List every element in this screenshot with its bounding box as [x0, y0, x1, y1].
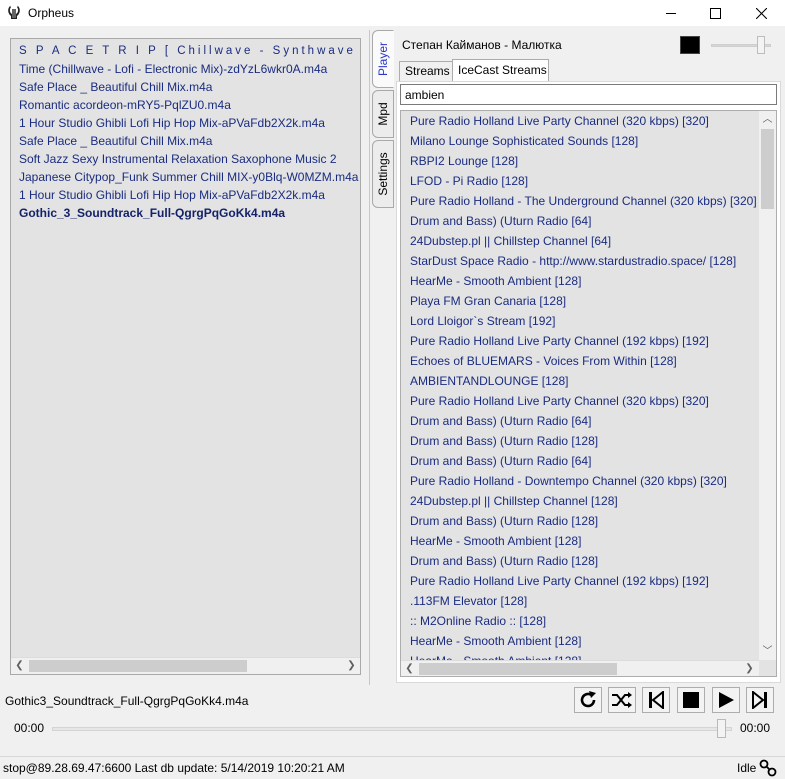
playlist-item[interactable]: Gothic_3_Soundtrack_Full-QgrgPqGoKk4.m4a — [11, 204, 360, 222]
stream-item[interactable]: StarDust Space Radio - http://www.stardu… — [401, 251, 759, 271]
tab-player[interactable]: Player — [372, 30, 394, 88]
stream-item[interactable]: Lord Lloigor`s Stream [192] — [401, 311, 759, 331]
playlist-hscrollbar[interactable]: ❮ ❯ — [11, 657, 360, 674]
repeat-icon — [580, 691, 596, 708]
tab-icecast-streams[interactable]: IceCast Streams — [452, 59, 549, 82]
stream-item[interactable]: Drum and Bass) (Uturn Radio [128] — [401, 511, 759, 531]
minimize-icon — [666, 13, 676, 14]
stream-item[interactable]: Pure Radio Holland - The Underground Cha… — [401, 191, 759, 211]
tab-streams[interactable]: Streams — [399, 61, 453, 81]
stream-item[interactable]: AMBIENTANDLOUNGE [128] — [401, 371, 759, 391]
seek-slider-thumb[interactable] — [717, 719, 727, 738]
stream-item[interactable]: RBPI2 Lounge [128] — [401, 151, 759, 171]
search-input[interactable] — [400, 84, 777, 105]
stream-item[interactable]: HearMe - Smooth Ambient [128] — [401, 271, 759, 291]
close-button[interactable] — [738, 0, 784, 26]
stream-item[interactable]: LFOD - Pi Radio [128] — [401, 171, 759, 191]
stream-item[interactable]: Drum and Bass) (Uturn Radio [64] — [401, 411, 759, 431]
stream-item[interactable]: Drum and Bass) (Uturn Radio [128] — [401, 431, 759, 451]
stream-item[interactable]: .113FM Elevator [128] — [401, 591, 759, 611]
scroll-right-icon[interactable]: ❯ — [343, 658, 360, 674]
tab-player-label: Player — [376, 41, 390, 77]
stream-item[interactable]: Pure Radio Holland Live Party Channel (1… — [401, 571, 759, 591]
maximize-button[interactable] — [692, 0, 738, 26]
playlist-item[interactable]: Romantic acordeon-mRY5-PqlZU0.m4a — [11, 96, 360, 114]
title-bar: Orpheus — [0, 0, 785, 26]
window-title: Orpheus — [28, 6, 75, 20]
tab-settings[interactable]: Settings — [372, 140, 394, 208]
stream-item[interactable]: Drum and Bass) (Uturn Radio [64] — [401, 211, 759, 231]
playlist-item[interactable]: 1 Hour Studio Ghibli Lofi Hip Hop Mix-aP… — [11, 186, 360, 204]
playlist-item[interactable]: Time (Chillwave - Lofi - Electronic Mix)… — [11, 60, 360, 78]
scroll-right-icon[interactable]: ❯ — [741, 661, 758, 676]
scroll-down-icon[interactable]: ﹀ — [759, 643, 776, 660]
stream-item[interactable]: HearMe - Smooth Ambient [128] — [401, 531, 759, 551]
elapsed-time: 00:00 — [14, 721, 45, 735]
playlist-item[interactable]: Safe Place _ Beautiful Chill Mix.m4a — [11, 132, 360, 150]
previous-button[interactable] — [642, 687, 670, 713]
scroll-thumb[interactable] — [419, 663, 617, 675]
stop-icon — [683, 692, 699, 708]
playlist-item[interactable]: Safe Place _ Beautiful Chill Mix.m4a — [11, 78, 360, 96]
stream-item[interactable]: Echoes of BLUEMARS - Voices From Within … — [401, 351, 759, 371]
previous-icon — [649, 691, 664, 709]
stream-vscrollbar[interactable]: ︿ ﹀ — [759, 111, 776, 660]
playlist-item[interactable]: Soft Jazz Sexy Instrumental Relaxation S… — [11, 150, 360, 168]
stream-item[interactable]: Pure Radio Holland Live Party Channel (3… — [401, 391, 759, 411]
volume-slider-thumb[interactable] — [756, 36, 765, 54]
connection-status: stop@89.28.69.47:6600 Last db update: 5/… — [3, 761, 345, 775]
color-picker-button[interactable] — [680, 36, 700, 54]
stream-item[interactable]: :: M2Online Radio :: [128] — [401, 611, 759, 631]
next-button[interactable] — [746, 687, 774, 713]
minimize-button[interactable] — [648, 0, 694, 26]
shuffle-button[interactable] — [608, 687, 636, 713]
stream-item[interactable]: HearMe - Smooth Ambient [128] — [401, 631, 759, 651]
stream-item[interactable]: Pure Radio Holland Live Party Channel (1… — [401, 331, 759, 351]
status-bar: stop@89.28.69.47:6600 Last db update: 5/… — [0, 756, 785, 779]
playlist-item[interactable]: S P A C E T R I P [ Chillwave - Synthwav… — [11, 42, 360, 60]
close-icon — [755, 7, 767, 19]
scroll-thumb[interactable] — [29, 660, 247, 672]
stream-item[interactable]: 24Dubstep.pl || Chillstep Channel [128] — [401, 491, 759, 511]
lyre-icon — [8, 6, 20, 19]
scroll-up-icon[interactable]: ︿ — [759, 111, 776, 128]
scroll-thumb[interactable] — [761, 129, 774, 209]
stream-list[interactable]: Pure Radio Holland Live Party Channel (3… — [401, 111, 759, 660]
stream-item[interactable]: Playa FM Gran Canaria [128] — [401, 291, 759, 311]
scroll-left-icon[interactable]: ❮ — [11, 658, 28, 674]
stream-hscrollbar[interactable]: ❮ ❯ — [401, 660, 759, 676]
playlist-panel: S P A C E T R I P [ Chillwave - Synthwav… — [10, 38, 361, 675]
current-file-label: Gothic3_Soundtrack_Full-QgrgPqGoKk4.m4a — [5, 694, 249, 708]
now-playing-title: Степан Кайманов - Малютка — [402, 38, 562, 52]
stream-item[interactable]: Pure Radio Holland - Downtempo Channel (… — [401, 471, 759, 491]
side-tabs: Player Mpd Settings — [372, 30, 394, 710]
maximize-icon — [709, 7, 721, 19]
scroll-left-icon[interactable]: ❮ — [401, 661, 418, 676]
tab-settings-label: Settings — [376, 152, 390, 196]
play-button[interactable] — [712, 687, 740, 713]
stream-item[interactable]: Milano Lounge Sophisticated Sounds [128] — [401, 131, 759, 151]
stream-list-box: Pure Radio Holland Live Party Channel (3… — [400, 110, 777, 677]
play-icon — [719, 692, 734, 708]
stream-item[interactable]: Pure Radio Holland Live Party Channel (3… — [401, 111, 759, 131]
stream-item[interactable]: Drum and Bass) (Uturn Radio [128] — [401, 551, 759, 571]
next-icon — [752, 691, 767, 709]
stop-button[interactable] — [677, 687, 705, 713]
total-time: 00:00 — [740, 721, 771, 735]
playlist-list[interactable]: S P A C E T R I P [ Chillwave - Synthwav… — [11, 39, 360, 657]
panel-divider[interactable] — [369, 30, 370, 685]
stream-item[interactable]: 24Dubstep.pl || Chillstep Channel [64] — [401, 231, 759, 251]
repeat-button[interactable] — [574, 687, 602, 713]
tab-mpd[interactable]: Mpd — [372, 90, 394, 138]
player-state: Idle — [737, 761, 757, 775]
seek-slider[interactable] — [52, 727, 732, 731]
stream-item[interactable]: HearMe - Smooth Ambient [128] — [401, 651, 759, 660]
playlist-item[interactable]: 1 Hour Studio Ghibli Lofi Hip Hop Mix-aP… — [11, 114, 360, 132]
shuffle-icon — [612, 692, 632, 708]
tab-mpd-label: Mpd — [376, 102, 390, 126]
playlist-item[interactable]: Japanese Citypop_Funk Summer Chill MIX-y… — [11, 168, 360, 186]
stream-item[interactable]: Drum and Bass) (Uturn Radio [64] — [401, 451, 759, 471]
connection-icon[interactable] — [759, 759, 777, 777]
